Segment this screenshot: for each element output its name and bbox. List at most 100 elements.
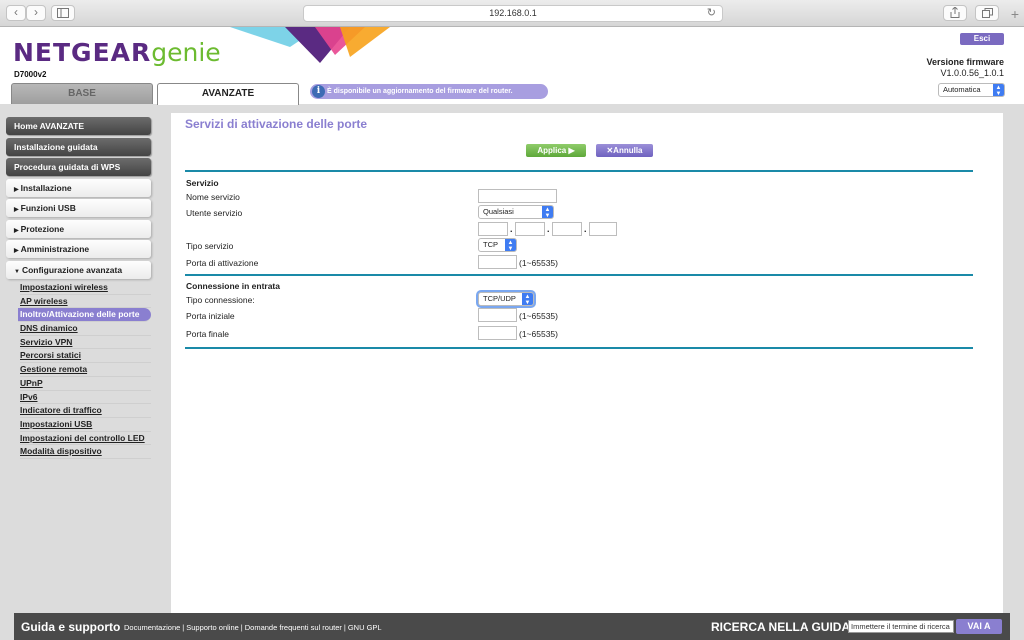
netgear-logo: NETGEARgenie	[13, 38, 221, 67]
sidebar-item-administration[interactable]: ▶ Amministrazione	[6, 240, 151, 258]
sidebar-link-led-control[interactable]: Impostazioni del controllo LED	[20, 432, 151, 446]
reload-icon[interactable]: ↻	[707, 6, 716, 21]
tab-base[interactable]: BASE	[11, 83, 153, 104]
footer-separator: |	[343, 623, 346, 632]
footer-separator: |	[240, 623, 243, 632]
sidebar-item-label: Configurazione avanzata	[21, 264, 123, 275]
connection-type-select[interactable]: TCP/UDP ▲ ▼	[478, 292, 534, 306]
ip-dot-separator: .	[547, 224, 550, 234]
section-divider	[185, 170, 973, 172]
sidebar-link-upnp[interactable]: UPnP	[20, 377, 151, 391]
start-port-range: (1~65535)	[519, 311, 558, 321]
service-name-input[interactable]	[478, 189, 557, 203]
sidebar-item-setup[interactable]: ▶ Installazione	[6, 178, 151, 197]
triangle-right-icon: ▶	[14, 227, 19, 234]
sidebar-item-setup-wizard[interactable]: Installazione guidata	[6, 137, 151, 156]
footer-link-router-faq[interactable]: Domande frequenti sul router	[245, 623, 342, 632]
footer-title: Guida e supporto	[21, 620, 121, 634]
triangle-down-icon: ▼	[14, 268, 20, 275]
firmware-update-notice[interactable]: i È disponibile un aggiornamento del fir…	[310, 84, 548, 99]
help-search-go-button[interactable]: VAI A	[956, 619, 1002, 634]
firmware-title: Versione firmware	[926, 57, 1004, 67]
sidebar-item-label: Protezione	[20, 223, 65, 234]
footer-link-gnu-gpl[interactable]: GNU GPL	[348, 623, 382, 632]
sidebar-link-device-mode[interactable]: Modalità dispositivo	[20, 445, 151, 459]
footer-link-documentation[interactable]: Documentazione	[124, 623, 180, 632]
back-icon[interactable]: ‹	[6, 5, 26, 21]
sidebar-toggle-icon[interactable]	[51, 5, 75, 21]
forward-icon[interactable]: ›	[26, 5, 46, 21]
sidebar-link-static-routes[interactable]: Percorsi statici	[20, 349, 151, 364]
sidebar-link-traffic-meter[interactable]: Indicatore di traffico	[20, 404, 151, 418]
service-type-select[interactable]: TCP ▲ ▼	[478, 238, 517, 252]
help-footer: Guida e supporto Documentazione | Supporto…	[14, 613, 1010, 640]
share-icon[interactable]	[943, 5, 967, 21]
sidebar-link-vpn-service[interactable]: Servizio VPN	[20, 336, 151, 350]
new-tab-icon[interactable]: +	[1006, 4, 1024, 24]
footer-separator: |	[182, 623, 185, 632]
language-select[interactable]: Automatica ▲ ▼	[938, 83, 1005, 97]
ip-dot-separator: .	[510, 224, 513, 234]
service-user-select-value: Qualsiasi	[483, 207, 514, 216]
service-type-select-value: TCP	[483, 240, 498, 249]
page-title: Servizi di attivazione delle porte	[185, 117, 368, 131]
service-user-select[interactable]: Qualsiasi ▲ ▼	[478, 205, 554, 219]
address-bar[interactable]: 192.168.0.1 ↻	[303, 5, 723, 22]
language-select-value: Automatica	[943, 85, 981, 94]
ip-octet-2-input[interactable]	[515, 222, 545, 236]
end-port-input[interactable]	[478, 326, 517, 340]
header-banner-graphic	[230, 27, 390, 63]
ip-octet-3-input[interactable]	[552, 222, 582, 236]
sidebar-link-port-forwarding[interactable]: Inoltro/Attivazione delle porte	[18, 308, 151, 323]
apply-button[interactable]: Applica ▶	[526, 144, 586, 157]
start-port-label: Porta iniziale	[186, 311, 235, 321]
footer-links: Documentazione | Supporto online | Domande f…	[124, 623, 382, 632]
cancel-button[interactable]: ✕Annulla	[596, 144, 653, 157]
section-divider	[185, 274, 973, 276]
footer-link-online-support[interactable]: Supporto online	[186, 623, 239, 632]
section-divider	[185, 347, 973, 349]
tabs-overview-icon[interactable]	[975, 5, 999, 21]
sidebar-item-advanced-setup[interactable]: ▼ Configurazione avanzata	[6, 260, 151, 279]
sidebar-link-wireless-ap[interactable]: AP wireless	[20, 295, 151, 309]
sidebar: Home AVANZATE Installazione guidata Proc…	[6, 117, 151, 459]
ip-octet-1-input[interactable]	[478, 222, 508, 236]
browser-toolbar: ‹ › 192.168.0.1 ↻ +	[0, 0, 1024, 27]
sidebar-item-usb-functions[interactable]: ▶ Funzioni USB	[6, 199, 151, 217]
url-text: 192.168.0.1	[489, 8, 537, 18]
brand-name: NETGEAR	[13, 38, 152, 67]
sidebar-item-wps-wizard[interactable]: Procedura guidata di WPS	[6, 158, 151, 176]
sidebar-item-label: Installazione	[20, 182, 72, 193]
start-port-input[interactable]	[478, 308, 517, 322]
sidebar-link-usb-settings[interactable]: Impostazioni USB	[20, 418, 151, 432]
update-notice-text: È disponibile un aggiornamento del firmw…	[327, 88, 513, 95]
connection-type-select-value: TCP/UDP	[483, 294, 516, 303]
inbound-section-title: Connessione in entrata	[186, 281, 280, 291]
sidebar-link-remote-management[interactable]: Gestione remota	[20, 363, 151, 377]
model-name: D7000v2	[14, 70, 47, 79]
help-search-input[interactable]: Immettere il termine di ricerca	[848, 620, 954, 633]
ip-octet-4-input[interactable]	[589, 222, 617, 236]
triangle-right-icon: ▶	[14, 207, 19, 213]
firmware-version: V1.0.0.56_1.0.1	[940, 68, 1004, 78]
trigger-port-range: (1~65535)	[519, 258, 558, 268]
sidebar-item-home-advanced[interactable]: Home AVANZATE	[6, 117, 151, 135]
help-search-title: RICERCA NELLA GUIDA	[711, 620, 851, 634]
sidebar-item-security[interactable]: ▶ Protezione	[6, 219, 151, 238]
sidebar-link-wireless-settings[interactable]: Impostazioni wireless	[20, 281, 151, 295]
tab-advanced[interactable]: AVANZATE	[157, 83, 299, 105]
sidebar-link-dynamic-dns[interactable]: DNS dinamico	[20, 322, 151, 336]
connection-type-label: Tipo connessione:	[186, 295, 255, 305]
sidebar-item-label: Funzioni USB	[20, 203, 76, 213]
sidebar-link-ipv6[interactable]: IPv6	[20, 391, 151, 405]
trigger-port-input[interactable]	[478, 255, 517, 269]
router-header: NETGEARgenie D7000v2 Esci Versione firmw…	[0, 27, 1024, 105]
service-section-title: Servizio	[186, 178, 219, 188]
trigger-port-label: Porta di attivazione	[186, 258, 259, 268]
select-arrows-icon: ▲ ▼	[522, 293, 533, 306]
triangle-right-icon: ▶	[14, 248, 19, 254]
triangle-right-icon: ▶	[14, 186, 19, 193]
service-user-label: Utente servizio	[186, 208, 243, 218]
select-arrows-icon: ▲ ▼	[993, 84, 1004, 97]
exit-button[interactable]: Esci	[960, 33, 1004, 45]
